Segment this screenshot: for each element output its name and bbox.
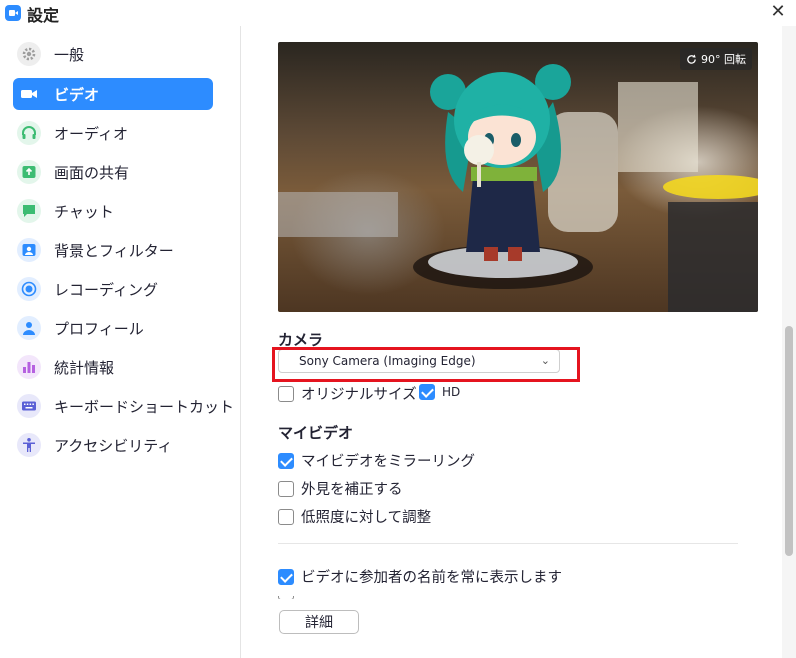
original-size-label: オリジナルサイズ <box>301 387 417 403</box>
background-filter-icon <box>17 238 41 262</box>
sidebar-item-background-filter[interactable]: 背景とフィルター <box>13 234 213 266</box>
sidebar-item-chat[interactable]: チャット <box>13 195 213 227</box>
sidebar-item-profile[interactable]: プロフィール <box>13 312 213 344</box>
sidebar-item-recording[interactable]: レコーディング <box>13 273 213 305</box>
preview-scene-image <box>278 64 758 312</box>
sidebar-item-share-screen[interactable]: 画面の共有 <box>13 156 213 188</box>
camera-preview: 90° 回転 <box>278 42 758 312</box>
rotate-90-button[interactable]: 90° 回転 <box>680 48 752 70</box>
scrollbar[interactable] <box>782 26 796 658</box>
sidebar-item-label: ビデオ <box>54 85 100 104</box>
show-names-checkbox[interactable]: ビデオに参加者の名前を常に表示します <box>278 566 562 587</box>
gear-icon <box>17 42 41 66</box>
video-camera-icon <box>17 82 41 106</box>
rotate-icon <box>687 53 696 64</box>
sidebar-item-label: オーディオ <box>54 124 128 143</box>
keyboard-icon <box>17 394 41 418</box>
checkbox-box <box>278 508 294 525</box>
title-bar: 設定 ✕ <box>0 0 796 26</box>
settings-sidebar: 一般 ビデオ オーディオ 画面の共有 チャット 背景とフィルター レコーディング… <box>0 26 241 658</box>
sidebar-item-label: アクセシビリティ <box>54 436 173 455</box>
sidebar-item-label: チャット <box>54 202 114 221</box>
record-icon <box>17 277 41 301</box>
sidebar-item-general[interactable]: 一般 <box>13 38 213 70</box>
rotate-label: 90° 回転 <box>701 53 746 66</box>
sidebar-item-keyboard-shortcuts[interactable]: キーボードショートカット <box>13 390 234 422</box>
touch-up-checkbox[interactable]: 外見を補正する <box>278 478 403 499</box>
chat-icon <box>17 199 41 223</box>
sidebar-item-label: プロフィール <box>54 319 144 338</box>
accessibility-icon <box>17 433 41 457</box>
annotation-highlight-box <box>272 347 580 382</box>
show-names-label: ビデオに参加者の名前を常に表示します <box>301 570 562 586</box>
headphones-icon <box>17 121 41 145</box>
sidebar-item-accessibility[interactable]: アクセシビリティ <box>13 429 213 461</box>
sidebar-item-label: キーボードショートカット <box>54 397 235 416</box>
zoom-app-icon <box>5 5 21 21</box>
sidebar-item-label: 背景とフィルター <box>54 241 174 260</box>
my-video-section-title: マイビデオ <box>278 424 354 442</box>
scrollbar-thumb[interactable] <box>785 326 793 556</box>
statistics-icon <box>17 355 41 379</box>
mirror-video-label: マイビデオをミラーリング <box>301 454 475 470</box>
sidebar-item-label: レコーディング <box>54 280 158 299</box>
sidebar-item-label: 統計情報 <box>54 358 115 377</box>
checkbox-box <box>278 480 294 497</box>
window-title: 設定 <box>27 6 60 25</box>
profile-icon <box>17 316 41 340</box>
share-screen-icon <box>17 160 41 184</box>
low-light-label: 低照度に対して調整 <box>301 510 432 526</box>
sidebar-item-label: 一般 <box>54 45 85 64</box>
touch-up-label: 外見を補正する <box>301 482 403 498</box>
section-divider <box>278 543 738 544</box>
mirror-video-checkbox[interactable]: マイビデオをミラーリング <box>278 450 475 471</box>
checkbox-box <box>278 596 294 599</box>
sidebar-item-audio[interactable]: オーディオ <box>13 117 213 149</box>
low-light-checkbox[interactable]: 低照度に対して調整 <box>278 506 431 527</box>
sidebar-item-statistics[interactable]: 統計情報 <box>13 351 213 383</box>
sidebar-item-label: 画面の共有 <box>54 163 130 182</box>
hd-checkbox[interactable]: HD <box>419 384 460 400</box>
sidebar-item-video[interactable]: ビデオ <box>13 78 213 110</box>
hd-label: HD <box>442 385 461 399</box>
checkbox-box <box>419 384 435 400</box>
checkbox-box <box>278 568 294 585</box>
advanced-details-button[interactable]: 詳細 <box>279 610 359 634</box>
close-button[interactable]: ✕ <box>768 1 788 23</box>
partially-hidden-option <box>278 596 578 599</box>
checkbox-box <box>278 452 294 469</box>
original-size-checkbox[interactable]: オリジナルサイズ <box>278 383 417 404</box>
checkbox-box <box>278 385 294 402</box>
video-settings-panel: 90° 回転 カメラ Sony Camera (Imaging Edge) ⌄ … <box>242 26 796 658</box>
